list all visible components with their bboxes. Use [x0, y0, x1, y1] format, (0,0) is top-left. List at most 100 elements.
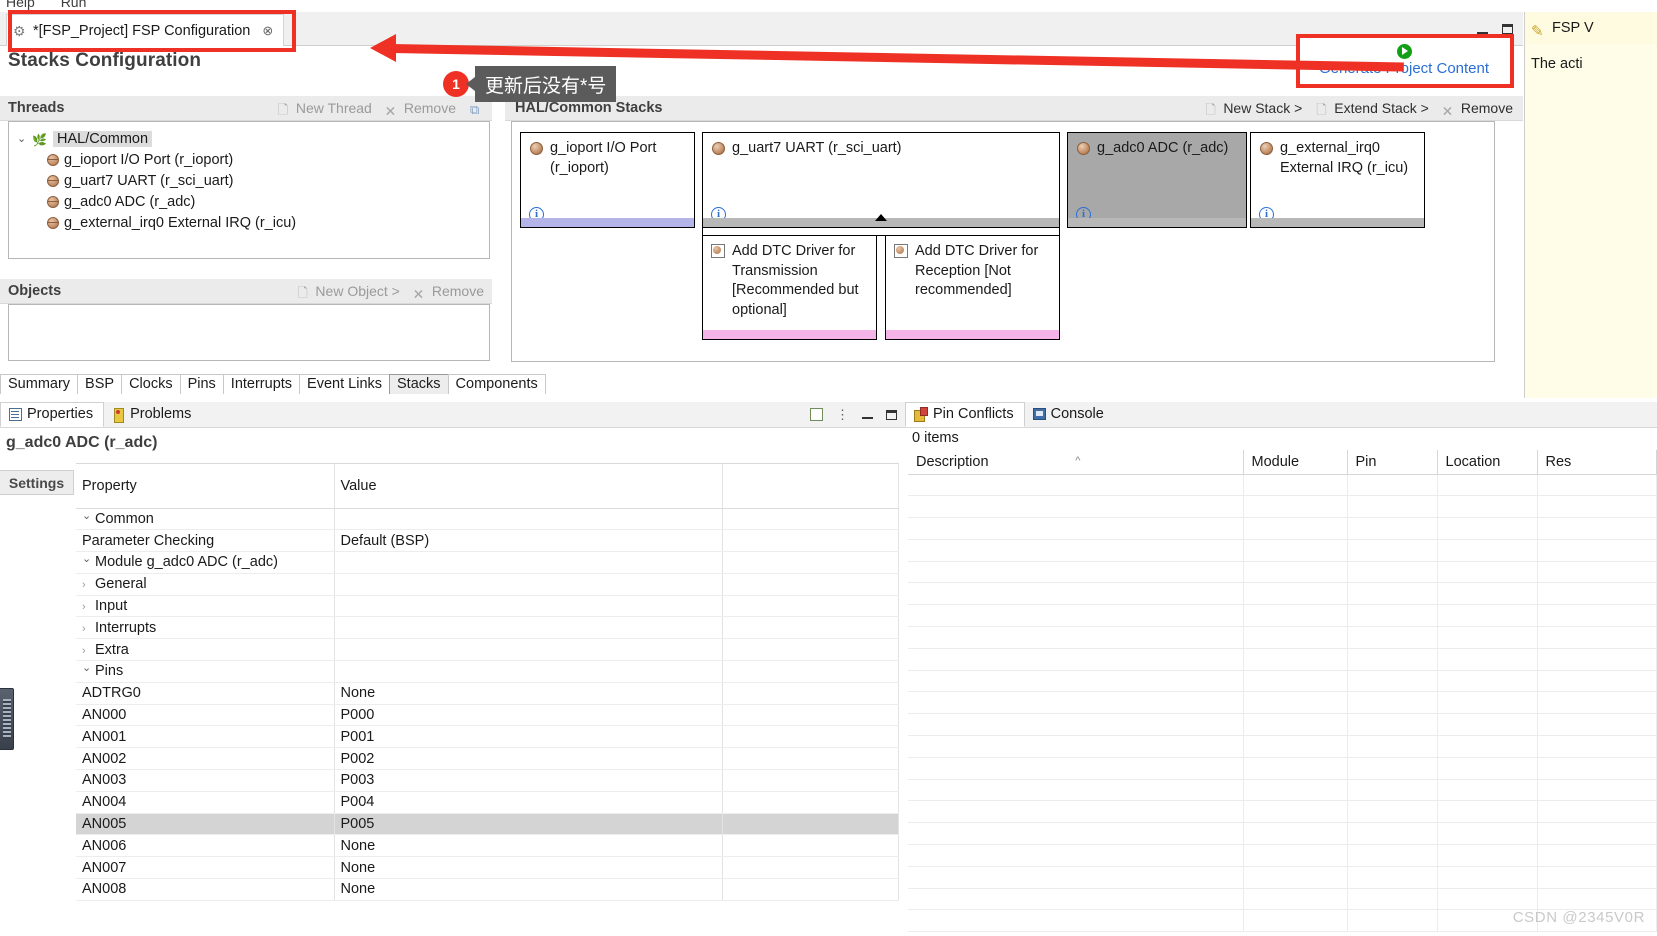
tree-node-adc0[interactable]: g_adc0 ADC (r_adc)	[13, 191, 485, 212]
table-row[interactable]: AN005 P005	[76, 813, 899, 836]
tab-components[interactable]: Components	[447, 374, 546, 394]
chevron-down-icon[interactable]	[82, 556, 95, 569]
column-header-module[interactable]: Module	[1243, 450, 1348, 475]
tab-bsp[interactable]: BSP	[77, 374, 123, 394]
table-row[interactable]: AN007 None	[76, 856, 899, 880]
chevron-right-icon[interactable]	[82, 623, 95, 635]
menu-item-run[interactable]: Run	[61, 0, 87, 10]
table-row[interactable]: AN003 P003	[76, 769, 899, 792]
remove-stack-button[interactable]: Remove	[1443, 100, 1513, 116]
tab-properties[interactable]: Properties	[0, 402, 105, 427]
chevron-right-icon[interactable]	[82, 645, 95, 657]
property-value[interactable]: None	[334, 856, 723, 880]
tab-summary[interactable]: Summary	[0, 374, 79, 394]
extend-stack-button[interactable]: Extend Stack >	[1316, 100, 1429, 116]
view-menu-icon[interactable]: ⋮	[836, 408, 849, 421]
table-row[interactable]: Parameter Checking Default (BSP)	[76, 529, 899, 553]
table-row[interactable]: AN008 None	[76, 878, 899, 901]
column-header-property[interactable]: Property	[76, 464, 335, 509]
tab-pin-conflicts[interactable]: Pin Conflicts	[905, 402, 1025, 427]
chevron-right-icon[interactable]	[82, 601, 95, 613]
chevron-down-icon[interactable]: ⌄	[17, 132, 27, 145]
chevron-down-icon[interactable]	[82, 665, 95, 678]
copy-icon[interactable]	[470, 101, 484, 115]
table-row[interactable]: Pins	[76, 660, 899, 683]
stack-box-dtc-transmission[interactable]: Add DTC Driver for Transmission [Recomme…	[702, 235, 877, 340]
table-row[interactable]: General	[76, 573, 899, 596]
stacks-canvas[interactable]: g_ioport I/O Port (r_ioport) i g_uart7 U…	[511, 121, 1495, 362]
menu-item-help[interactable]: Help	[6, 0, 35, 10]
tab-stacks[interactable]: Stacks	[389, 374, 449, 394]
column-header-value[interactable]: Value	[334, 464, 723, 509]
tree-node-hal-common[interactable]: ⌄ HAL/Common	[13, 128, 485, 149]
close-icon[interactable]: ⊗	[262, 23, 273, 39]
fsp-panel-tab-label: FSP V	[1552, 20, 1594, 36]
property-value[interactable]: P000	[334, 704, 723, 727]
chevron-right-icon[interactable]	[82, 579, 95, 591]
table-row[interactable]: Input	[76, 595, 899, 618]
stack-box-adc0[interactable]: g_adc0 ADC (r_adc) i	[1067, 132, 1247, 228]
remove-object-button[interactable]: Remove	[414, 283, 484, 299]
property-value[interactable]: None	[334, 878, 723, 901]
properties-table[interactable]: Property Value Common Parameter Checking…	[76, 463, 899, 936]
table-row[interactable]: AN006 None	[76, 834, 899, 858]
property-value[interactable]: P005	[334, 813, 723, 836]
maximize-icon[interactable]	[886, 409, 897, 420]
tab-console[interactable]: Console	[1025, 403, 1114, 426]
property-name: Interrupts	[95, 619, 157, 636]
stack-box-dtc-reception[interactable]: Add DTC Driver for Reception [Not recomm…	[885, 235, 1060, 340]
property-value[interactable]: P001	[334, 725, 723, 749]
column-header-description[interactable]: Description ^	[908, 450, 1244, 475]
tab-clocks[interactable]: Clocks	[121, 374, 181, 394]
property-name: General	[95, 576, 147, 593]
tree-node-ioport[interactable]: g_ioport I/O Port (r_ioport)	[13, 149, 485, 170]
property-value[interactable]: Default (BSP)	[334, 529, 723, 553]
table-row[interactable]: Module g_adc0 ADC (r_adc)	[76, 551, 899, 574]
property-value[interactable]: None	[334, 834, 723, 858]
property-value	[334, 508, 723, 531]
tab-settings[interactable]: Settings	[0, 470, 74, 495]
table-row[interactable]: AN000 P000	[76, 704, 899, 727]
chevron-down-icon[interactable]	[82, 513, 95, 526]
stack-box-ioport[interactable]: g_ioport I/O Port (r_ioport) i	[520, 132, 695, 228]
table-row[interactable]: Interrupts	[76, 616, 899, 640]
pencil-icon	[1531, 22, 1546, 35]
table-row[interactable]: AN004 P004	[76, 791, 899, 814]
new-thread-button[interactable]: New Thread	[278, 100, 372, 116]
remove-thread-button[interactable]: Remove	[386, 100, 456, 116]
table-row[interactable]: Extra	[76, 638, 899, 662]
new-stack-button[interactable]: New Stack >	[1205, 100, 1302, 116]
tab-interrupts[interactable]: Interrupts	[222, 374, 301, 394]
new-properties-view-icon[interactable]	[810, 408, 823, 421]
property-value[interactable]: P003	[334, 769, 723, 792]
tab-problems[interactable]: Problems	[104, 403, 201, 426]
threads-tree[interactable]: ⌄ HAL/Common g_ioport I/O Port (r_ioport…	[8, 121, 490, 259]
table-row[interactable]: AN002 P002	[76, 747, 899, 771]
column-header-res[interactable]: Res	[1537, 450, 1657, 475]
table-row[interactable]: Common	[76, 508, 899, 531]
pin-conflicts-table[interactable]: Description ^ Module Pin Location Res	[908, 450, 1657, 936]
tree-node-external-irq0[interactable]: g_external_irq0 External IRQ (r_icu)	[13, 212, 485, 233]
fsp-visualization-panel[interactable]: FSP V The acti	[1524, 12, 1657, 398]
column-header-pin[interactable]: Pin	[1347, 450, 1438, 475]
property-value[interactable]: P002	[334, 747, 723, 771]
new-thread-label: New Thread	[295, 100, 372, 116]
stack-box-external-irq0[interactable]: g_external_irq0 External IRQ (r_icu) i	[1250, 132, 1425, 228]
property-value[interactable]: None	[334, 682, 723, 705]
generate-project-content-button[interactable]: Generate Project Content	[1296, 34, 1512, 86]
maximize-icon[interactable]	[1502, 24, 1513, 34]
table-row[interactable]: AN001 P001	[76, 725, 899, 749]
objects-list[interactable]	[8, 304, 490, 361]
tree-node-uart7[interactable]: g_uart7 UART (r_sci_uart)	[13, 170, 485, 191]
perspective-drag-handle[interactable]	[0, 688, 14, 750]
fsp-panel-tab[interactable]: FSP V	[1525, 12, 1657, 44]
new-object-button[interactable]: New Object >	[297, 283, 399, 299]
tab-pins[interactable]: Pins	[179, 374, 224, 394]
table-row[interactable]: ADTRG0 None	[76, 682, 899, 705]
property-value[interactable]: P004	[334, 791, 723, 814]
tab-event-links[interactable]: Event Links	[299, 374, 391, 394]
minimize-icon[interactable]	[862, 417, 873, 419]
column-header-location[interactable]: Location	[1437, 450, 1538, 475]
editor-tab-fsp-configuration[interactable]: *[FSP_Project] FSP Configuration ⊗	[6, 14, 285, 46]
property-name: Common	[95, 510, 154, 527]
